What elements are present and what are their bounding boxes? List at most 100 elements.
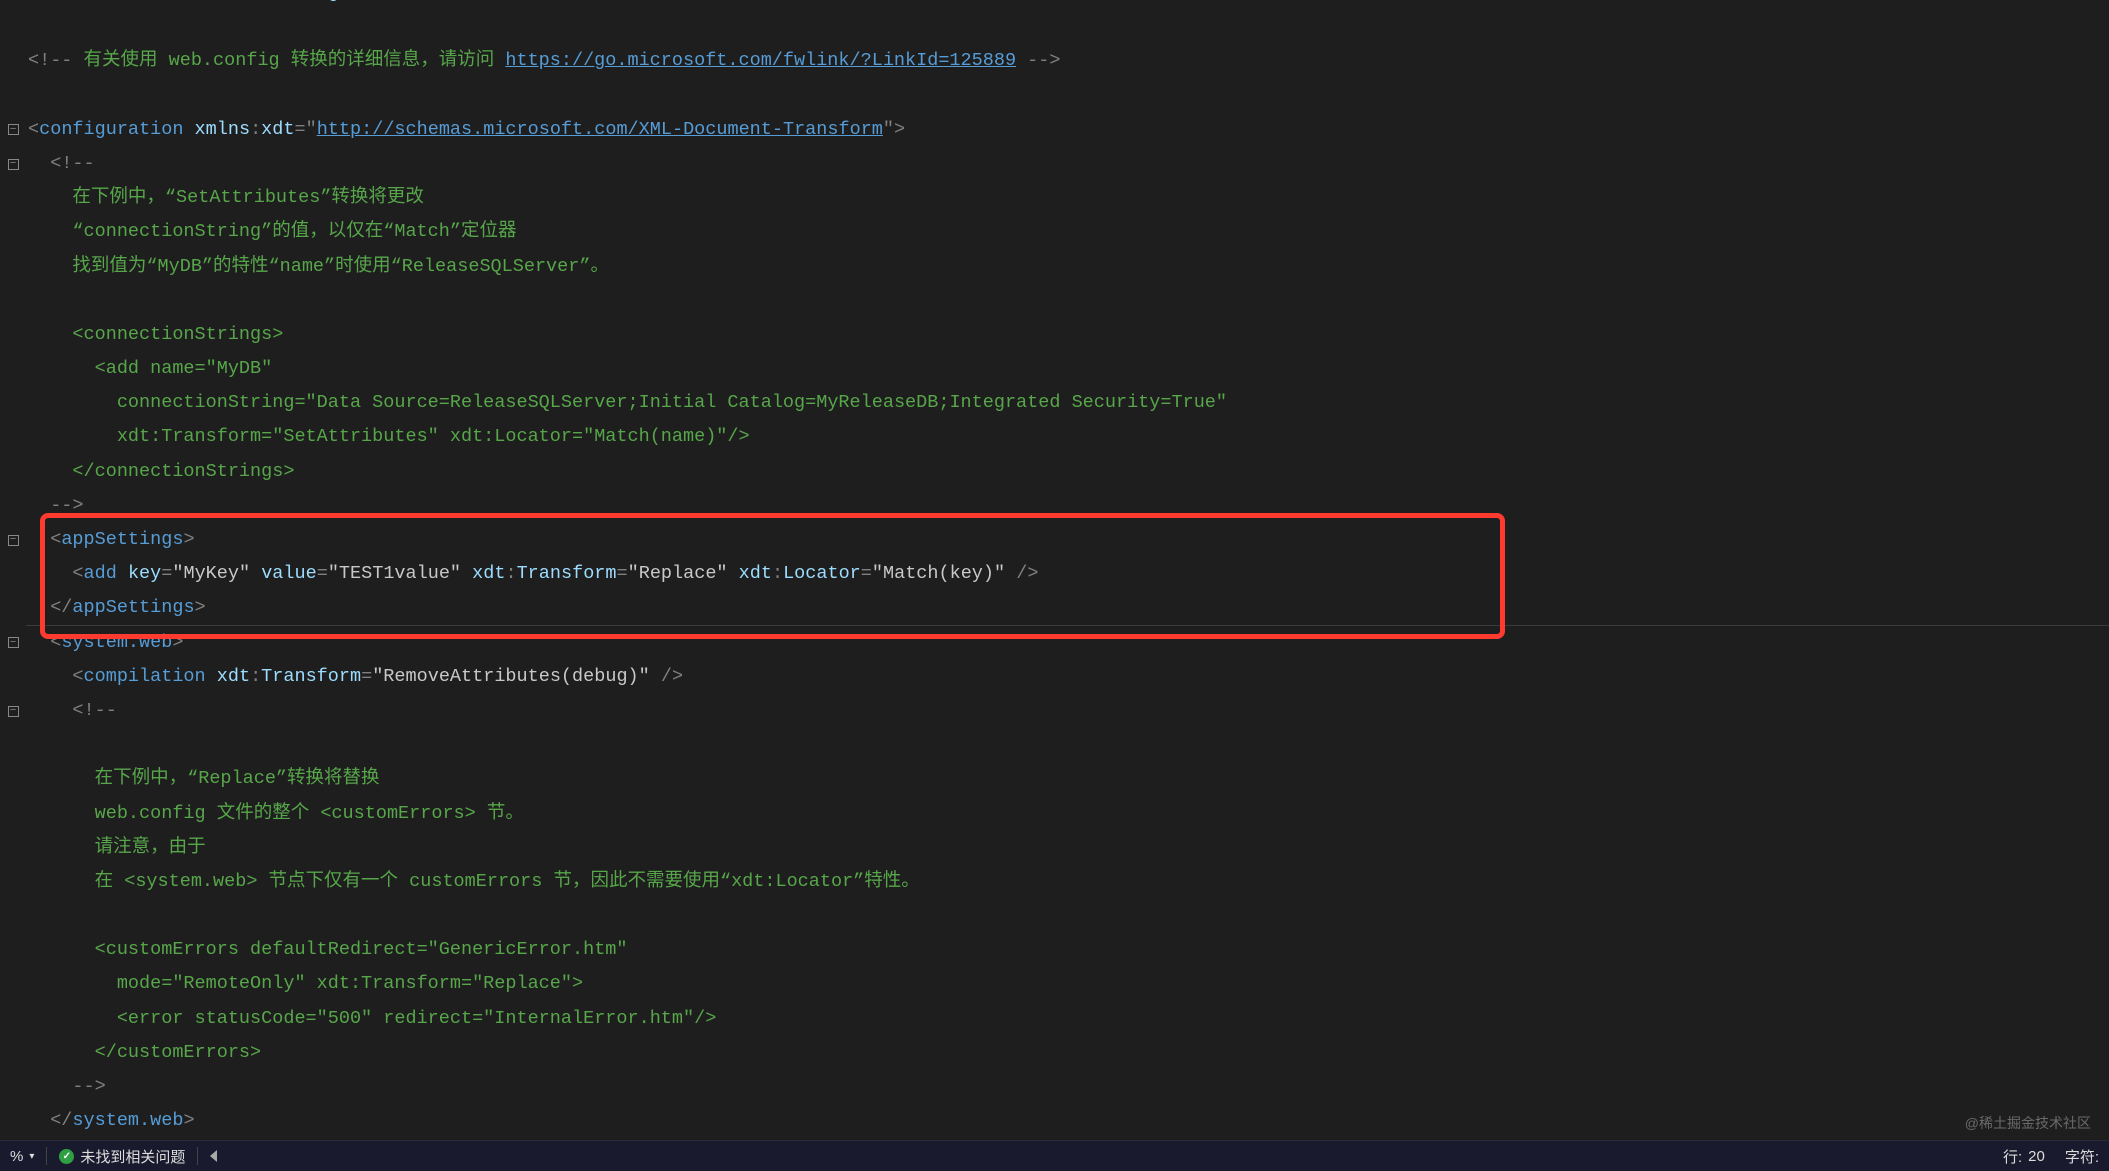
- code-token: [206, 666, 217, 687]
- fold-indicator: [0, 762, 26, 796]
- code-line[interactable]: 在 <system.web> 节点下仅有一个 customErrors 节，因此…: [26, 865, 2109, 899]
- fold-indicator: [0, 1070, 26, 1104]
- code-line[interactable]: <compilation xdt:Transform="RemoveAttrib…: [26, 660, 2109, 694]
- fold-indicator: [0, 1104, 26, 1138]
- code-token: "RemoveAttributes(debug)": [372, 666, 650, 687]
- code-line[interactable]: <!-- 有关使用 web.config 转换的详细信息，请访问 https:/…: [26, 44, 2109, 78]
- code-line[interactable]: “connectionString”的值，以仅在“Match”定位器: [26, 215, 2109, 249]
- code-line[interactable]: xdt:Transform="SetAttributes" xdt:Locato…: [26, 420, 2109, 454]
- fold-indicator[interactable]: −: [0, 626, 26, 660]
- code-content[interactable]: <?xml version="1.0" encoding="utf-8"?> <!…: [26, 0, 2109, 1140]
- code-token: <: [28, 666, 84, 687]
- fold-indicator[interactable]: −: [0, 113, 26, 147]
- code-line[interactable]: mode="RemoteOnly" xdt:Transform="Replace…: [26, 967, 2109, 1001]
- code-line[interactable]: [26, 10, 2109, 44]
- code-token: =: [172, 0, 183, 3]
- code-token: Locator: [783, 563, 861, 584]
- code-token: system.web: [61, 632, 172, 653]
- code-token: mode="RemoteOnly" xdt:Transform="Replace…: [28, 973, 583, 994]
- code-token: :: [772, 563, 783, 584]
- code-token: <!--: [28, 700, 117, 721]
- code-token: </: [28, 597, 72, 618]
- line-label: 行:: [2003, 1146, 2022, 1167]
- code-token: </connectionStrings>: [28, 461, 294, 482]
- code-token: [117, 563, 128, 584]
- line-indicator[interactable]: 行: 20: [1993, 1146, 2055, 1167]
- code-token: key: [128, 563, 161, 584]
- code-line[interactable]: </connectionStrings>: [26, 455, 2109, 489]
- code-token: <!--: [28, 153, 95, 174]
- minus-icon: −: [8, 159, 19, 170]
- fold-indicator: [0, 967, 26, 1001]
- code-line[interactable]: -->: [26, 489, 2109, 523]
- code-line[interactable]: web.config 文件的整个 <customErrors> 节。: [26, 797, 2109, 831]
- code-token: configuration: [39, 119, 183, 140]
- code-line[interactable]: <appSettings>: [26, 523, 2109, 557]
- code-line[interactable]: 找到值为“MyDB”的特性“name”时使用“ReleaseSQLServer”…: [26, 250, 2109, 284]
- fold-indicator: [0, 591, 26, 625]
- code-line[interactable]: [26, 79, 2109, 113]
- code-token: [183, 119, 194, 140]
- char-indicator[interactable]: 字符:: [2055, 1146, 2109, 1167]
- code-token: [728, 563, 739, 584]
- code-token: "Match(key)": [872, 563, 1005, 584]
- fold-indicator: [0, 933, 26, 967]
- code-token: </customErrors>: [28, 1042, 261, 1063]
- code-token: “connectionString”的值，以仅在“Match”定位器: [28, 221, 516, 242]
- code-token: 在 <system.web> 节点下仅有一个 customErrors 节，因此…: [28, 871, 920, 892]
- check-icon: ✓: [59, 1149, 74, 1164]
- fold-indicator: [0, 318, 26, 352]
- char-label: 字符:: [2065, 1146, 2099, 1167]
- separator-line: [26, 625, 2109, 626]
- code-editor[interactable]: − − − − − <?xml version="1.0" encoding="utf-…: [0, 0, 2109, 1140]
- code-token: system.web: [72, 1110, 183, 1131]
- fold-indicator: [0, 728, 26, 762]
- code-line[interactable]: [26, 728, 2109, 762]
- code-token: compilation: [84, 666, 206, 687]
- zoom-indicator[interactable]: % ▾: [0, 1148, 44, 1165]
- code-token: -->: [28, 1076, 106, 1097]
- code-token: 请注意，由于: [28, 837, 206, 858]
- code-line[interactable]: [26, 899, 2109, 933]
- fold-indicator: [0, 1036, 26, 1070]
- code-line[interactable]: </customErrors>: [26, 1036, 2109, 1070]
- code-token: <add name="MyDB": [28, 358, 272, 379]
- code-line[interactable]: <!--: [26, 694, 2109, 728]
- code-line[interactable]: </system.web>: [26, 1104, 2109, 1138]
- code-line[interactable]: <error statusCode="500" redirect="Intern…: [26, 1002, 2109, 1036]
- fold-indicator: [0, 865, 26, 899]
- code-line[interactable]: <connectionStrings>: [26, 318, 2109, 352]
- minus-icon: −: [8, 535, 19, 546]
- code-token: xdt:Transform="SetAttributes" xdt:Locato…: [28, 426, 750, 447]
- code-line[interactable]: <add name="MyDB": [26, 352, 2109, 386]
- code-line[interactable]: <system.web>: [26, 626, 2109, 660]
- code-line[interactable]: connectionString="Data Source=ReleaseSQL…: [26, 386, 2109, 420]
- minus-icon: −: [8, 124, 19, 135]
- code-line[interactable]: <configuration xmlns:xdt="http://schemas…: [26, 113, 2109, 147]
- fold-indicator[interactable]: −: [0, 523, 26, 557]
- code-line[interactable]: <?xml version="1.0" encoding="utf-8"?>: [26, 0, 2109, 10]
- code-line[interactable]: [26, 284, 2109, 318]
- code-token: =: [617, 563, 628, 584]
- triangle-left-icon: [210, 1150, 217, 1162]
- code-line[interactable]: </appSettings>: [26, 591, 2109, 625]
- code-token: [461, 563, 472, 584]
- code-token: xml: [50, 0, 83, 3]
- nav-back[interactable]: [200, 1150, 227, 1162]
- code-line[interactable]: 在下例中，“SetAttributes”转换将更改: [26, 181, 2109, 215]
- fold-indicator[interactable]: −: [0, 694, 26, 728]
- code-line[interactable]: 请注意，由于: [26, 831, 2109, 865]
- fold-indicator: [0, 1002, 26, 1036]
- code-line[interactable]: <customErrors defaultRedirect="GenericEr…: [26, 933, 2109, 967]
- code-token: <connectionStrings>: [28, 324, 283, 345]
- code-line[interactable]: -->: [26, 1070, 2109, 1104]
- fold-indicator: [0, 79, 26, 113]
- code-token: <: [28, 119, 39, 140]
- fold-indicator: [0, 386, 26, 420]
- fold-gutter[interactable]: − − − − −: [0, 0, 26, 1140]
- code-line[interactable]: <add key="MyKey" value="TEST1value" xdt:…: [26, 557, 2109, 591]
- fold-indicator[interactable]: −: [0, 147, 26, 181]
- code-line[interactable]: 在下例中，“Replace”转换将替换: [26, 762, 2109, 796]
- issues-indicator[interactable]: ✓ 未找到相关问题: [49, 1146, 195, 1167]
- code-line[interactable]: <!--: [26, 147, 2109, 181]
